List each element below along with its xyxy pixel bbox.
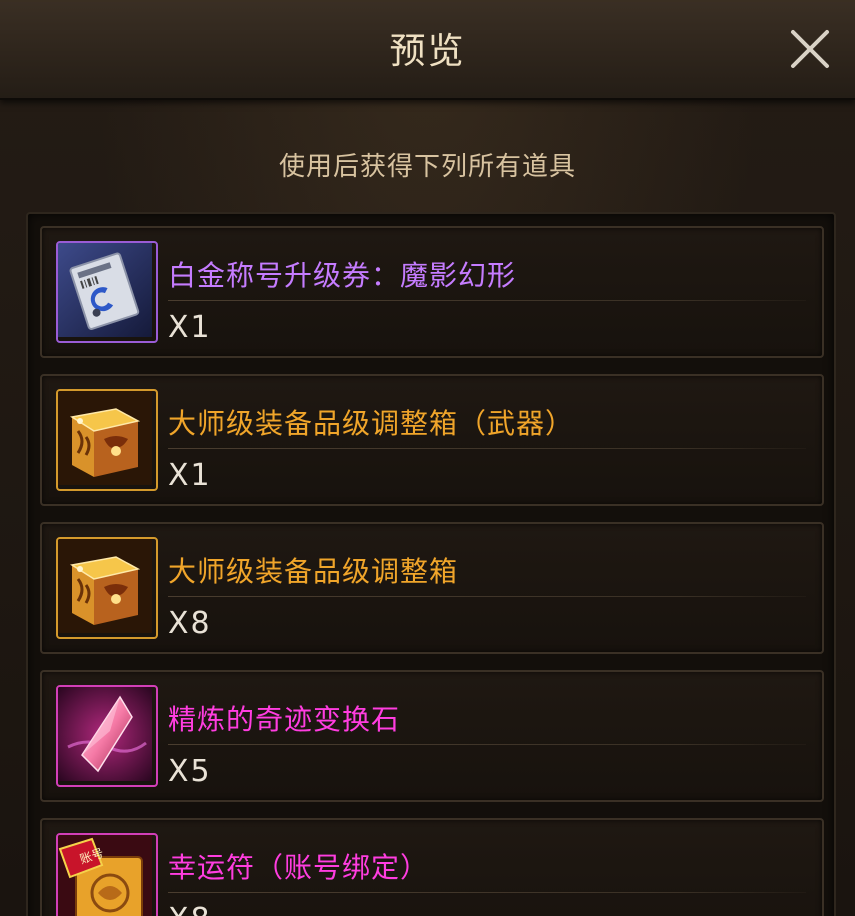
item-name: 白金称号升级券：魔影幻形 — [168, 259, 517, 292]
list-item[interactable]: 精炼的奇迹变换石 X5 — [40, 670, 824, 802]
item-name: 幸运符（账号绑定） — [168, 851, 430, 884]
item-divider — [168, 892, 806, 893]
item-name: 大师级装备品级调整箱（武器） — [168, 407, 575, 440]
close-button[interactable] — [787, 26, 833, 72]
item-quantity: X1 — [168, 458, 212, 493]
dialog-subtitle: 使用后获得下列所有道具 — [278, 152, 576, 182]
platinum-title-ticket-icon — [56, 241, 158, 343]
item-divider — [168, 596, 806, 597]
dialog-titlebar: 预览 — [0, 0, 855, 100]
close-icon — [791, 30, 829, 68]
preview-dialog: 预览 使用后获得下列所有道具 白金称号升级券：魔影幻形 X1 大师级装备品级调整… — [0, 0, 855, 916]
item-quantity: X1 — [168, 310, 212, 345]
item-quantity: X8 — [168, 606, 212, 641]
list-item[interactable]: 大师级装备品级调整箱 X8 — [40, 522, 824, 654]
item-quantity: X5 — [168, 754, 212, 789]
list-item[interactable]: 账号 幸运符（账号绑定） X8 — [40, 818, 824, 916]
item-name: 大师级装备品级调整箱 — [168, 555, 459, 588]
dialog-title: 预览 — [389, 31, 466, 72]
lucky-charm-scroll-icon: 账号 — [56, 833, 158, 916]
pink-crystal-icon — [56, 685, 158, 787]
golden-cube-box-icon — [56, 537, 158, 639]
list-item[interactable]: 白金称号升级券：魔影幻形 X1 — [40, 226, 824, 358]
golden-cube-box-icon — [56, 389, 158, 491]
list-item[interactable]: 大师级装备品级调整箱（武器） X1 — [40, 374, 824, 506]
item-name: 精炼的奇迹变换石 — [168, 703, 401, 736]
item-divider — [168, 300, 806, 301]
item-quantity: X8 — [168, 902, 212, 916]
item-divider — [168, 448, 806, 449]
item-list[interactable]: 白金称号升级券：魔影幻形 X1 大师级装备品级调整箱（武器） X1 大师级装备品… — [26, 212, 836, 916]
item-divider — [168, 744, 806, 745]
